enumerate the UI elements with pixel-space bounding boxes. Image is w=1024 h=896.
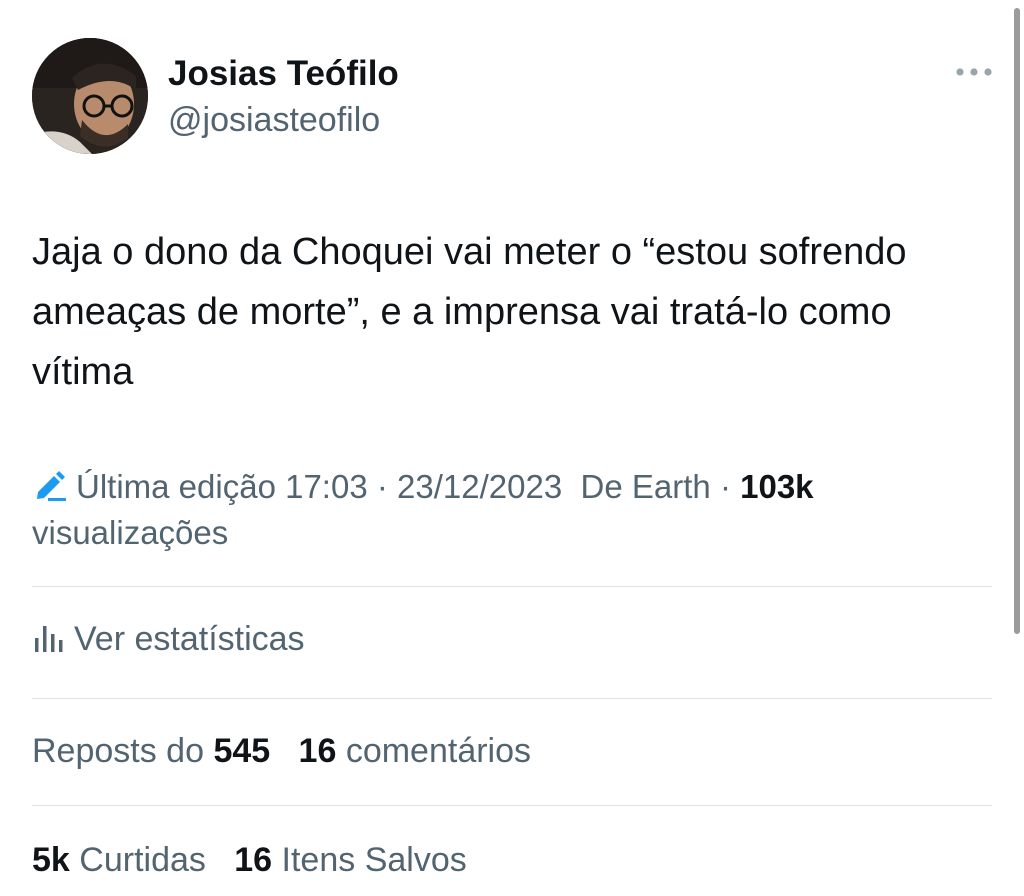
divider bbox=[32, 586, 992, 587]
post-text: Jaja o dono da Choquei vai meter o “esto… bbox=[32, 231, 907, 393]
post-source: De Earth bbox=[580, 468, 711, 505]
comments-link[interactable]: 16 comentários bbox=[299, 732, 531, 770]
reposts-count: 545 bbox=[213, 732, 271, 770]
bar-chart-icon bbox=[32, 621, 64, 665]
likes-count: 5k bbox=[32, 841, 70, 879]
likes-link[interactable]: 5k Curtidas bbox=[32, 841, 215, 879]
edited-label[interactable]: Última edição bbox=[76, 468, 276, 505]
saves-count: 16 bbox=[234, 841, 273, 879]
pencil-edit-icon[interactable] bbox=[32, 470, 68, 512]
avatar[interactable] bbox=[32, 38, 148, 154]
meta-separator: · bbox=[376, 468, 388, 505]
display-name[interactable]: Josias Teófilo bbox=[168, 52, 399, 96]
comments-count: 16 bbox=[298, 732, 337, 770]
more-options-icon[interactable] bbox=[954, 60, 994, 84]
likes-label: Curtidas bbox=[79, 841, 206, 879]
divider bbox=[32, 698, 992, 699]
views-label: visualizações bbox=[32, 514, 229, 551]
saves-link[interactable]: 16 Itens Salvos bbox=[234, 841, 467, 879]
scrollbar[interactable] bbox=[1014, 8, 1020, 634]
post-header: Josias Teófilo @josiasteofilo bbox=[32, 38, 994, 158]
comments-label: comentários bbox=[345, 732, 532, 770]
view-stats-label: Ver estatísticas bbox=[74, 620, 305, 658]
saves-label: Itens Salvos bbox=[281, 841, 467, 879]
engagement-row-2: 5k Curtidas 16 Itens Salvos bbox=[32, 838, 467, 882]
user-handle[interactable]: @josiasteofilo bbox=[168, 98, 399, 142]
post-meta: Última edição 17:03 · 23/12/2023 De Eart… bbox=[32, 466, 992, 554]
views-count: 103k bbox=[740, 468, 814, 505]
post-date: 23/12/2023 bbox=[397, 468, 563, 505]
engagement-row-1: Reposts do 545 16 comentários bbox=[32, 729, 531, 773]
reposts-link[interactable]: Reposts do 545 bbox=[32, 732, 280, 770]
reposts-label: Reposts do bbox=[32, 732, 204, 770]
user-names: Josias Teófilo @josiasteofilo bbox=[168, 52, 399, 142]
avatar-photo-icon bbox=[32, 38, 148, 154]
view-stats-link[interactable]: Ver estatísticas bbox=[32, 617, 305, 665]
meta-separator-2: · bbox=[719, 468, 731, 505]
post-time: 17:03 bbox=[285, 468, 368, 505]
divider bbox=[32, 805, 992, 806]
